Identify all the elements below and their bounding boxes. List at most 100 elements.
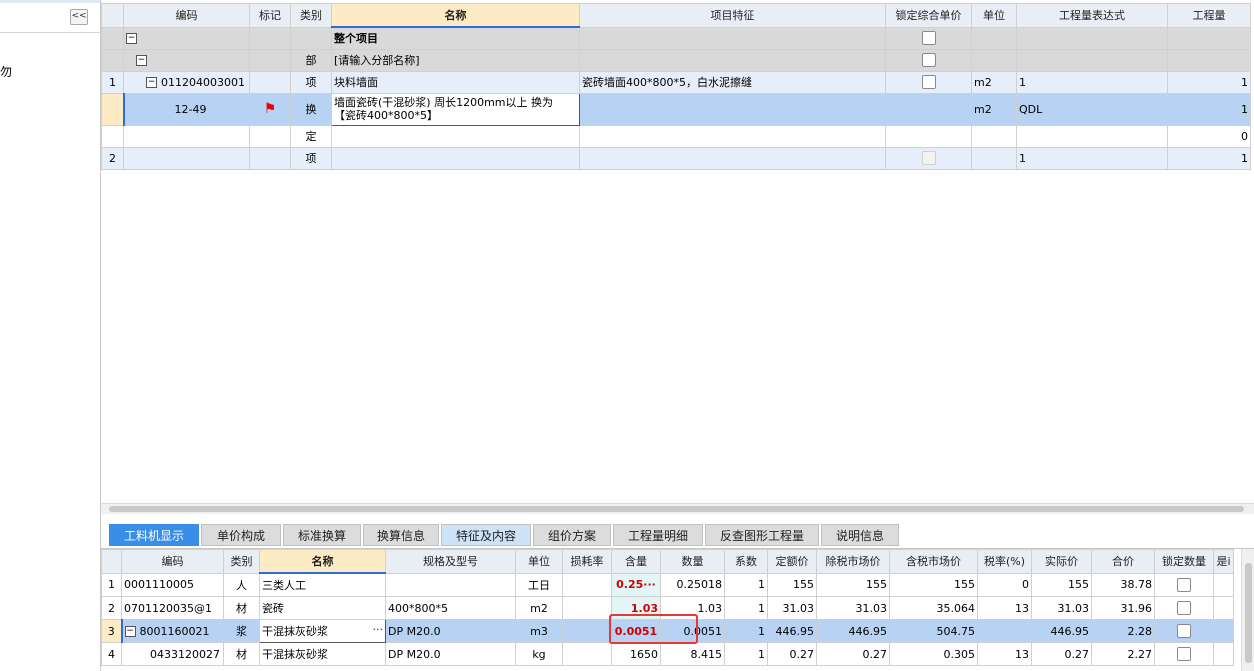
tax-rate-cell[interactable]: 13 xyxy=(977,642,1032,666)
qty-cell[interactable]: 0 xyxy=(1167,124,1251,148)
expr-cell[interactable] xyxy=(1016,124,1168,148)
code-cell[interactable]: 12-49 xyxy=(122,92,250,126)
lock-qty-cell[interactable] xyxy=(1154,596,1214,620)
spec-cell[interactable]: 400*800*5 xyxy=(385,596,516,620)
tab-pricing-plan[interactable]: 组价方案 xyxy=(533,524,611,546)
header-type[interactable]: 类别 xyxy=(290,3,332,28)
feature-cell[interactable] xyxy=(579,146,886,170)
type-cell[interactable]: 定 xyxy=(290,124,332,148)
type-cell[interactable]: 浆 xyxy=(223,619,260,643)
feature-cell[interactable] xyxy=(579,48,886,72)
header-ex-tax-market[interactable]: 除税市场价 xyxy=(816,549,890,574)
feature-cell[interactable] xyxy=(579,92,886,126)
type-cell[interactable]: 部 xyxy=(290,48,332,72)
name-cell[interactable]: 干混抹灰砂浆 xyxy=(259,642,386,666)
mark-cell[interactable] xyxy=(249,70,291,94)
lock-price-cell[interactable] xyxy=(885,146,972,170)
actual-price-cell[interactable]: 31.03 xyxy=(1031,596,1092,620)
header-code[interactable]: 编码 xyxy=(123,3,250,28)
code-cell[interactable]: − xyxy=(123,48,250,72)
lock-price-cell[interactable] xyxy=(885,48,972,72)
code-cell[interactable]: −011204003001 xyxy=(123,70,250,94)
more-cell[interactable] xyxy=(1213,596,1234,620)
table-row[interactable]: − 整个项目 xyxy=(101,26,1251,50)
header-lock-price[interactable]: 锁定综合单价 xyxy=(885,3,972,28)
header-expr[interactable]: 工程量表达式 xyxy=(1016,3,1168,28)
lock-price-cell[interactable] xyxy=(885,70,972,94)
content-cell[interactable]: 0.25··· xyxy=(611,572,661,597)
unit-cell[interactable]: kg xyxy=(515,642,563,666)
spec-cell[interactable] xyxy=(385,572,516,597)
actual-price-cell[interactable]: 155 xyxy=(1031,572,1092,597)
mark-cell[interactable] xyxy=(249,124,291,148)
header-unit[interactable]: 单位 xyxy=(971,3,1017,28)
type-cell[interactable]: 材 xyxy=(223,642,260,666)
header-total[interactable]: 合价 xyxy=(1091,549,1155,574)
collapse-sidebar-button[interactable]: << xyxy=(70,9,88,25)
mark-cell[interactable] xyxy=(249,146,291,170)
name-cell[interactable]: 块料墙面 xyxy=(331,70,580,94)
total-cell[interactable]: 2.28 xyxy=(1091,619,1155,643)
tab-description[interactable]: 说明信息 xyxy=(821,524,899,546)
lock-price-checkbox[interactable] xyxy=(921,75,936,89)
tax-rate-cell[interactable]: 0 xyxy=(977,572,1032,597)
header-loss[interactable]: 损耗率 xyxy=(562,549,612,574)
expr-cell[interactable] xyxy=(1016,26,1168,50)
type-cell[interactable]: 人 xyxy=(223,572,260,597)
expr-cell[interactable]: 1 xyxy=(1016,70,1168,94)
table-row[interactable]: 1 −011204003001 项 块料墙面 瓷砖墙面400*800*5，白水泥… xyxy=(101,70,1251,94)
lock-qty-cell[interactable] xyxy=(1154,642,1214,666)
coef-cell[interactable]: 1 xyxy=(724,619,768,643)
header-type[interactable]: 类别 xyxy=(223,549,260,574)
lock-qty-checkbox[interactable] xyxy=(1177,647,1191,661)
qty-cell[interactable] xyxy=(1167,48,1251,72)
expr-cell[interactable]: 1 xyxy=(1016,146,1168,170)
content-cell[interactable]: 1650 xyxy=(611,642,661,666)
loss-cell[interactable] xyxy=(562,572,612,597)
tab-unit-price[interactable]: 单价构成 xyxy=(201,524,281,546)
ex-tax-market-cell[interactable]: 31.03 xyxy=(816,596,890,620)
total-cell[interactable]: 38.78 xyxy=(1091,572,1155,597)
header-actual-price[interactable]: 实际价 xyxy=(1031,549,1092,574)
tab-features[interactable]: 特征及内容 xyxy=(441,524,531,546)
quota-price-cell[interactable]: 31.03 xyxy=(767,596,817,620)
tab-conversion-info[interactable]: 换算信息 xyxy=(363,524,439,546)
collapse-tree-icon[interactable]: − xyxy=(124,626,136,637)
collapse-tree-icon[interactable]: − xyxy=(126,33,137,44)
unit-cell[interactable] xyxy=(971,48,1017,72)
header-spec[interactable]: 规格及型号 xyxy=(385,549,516,574)
expr-cell[interactable] xyxy=(1016,48,1168,72)
quota-price-cell[interactable]: 0.27 xyxy=(767,642,817,666)
name-cell[interactable]: [请输入分部名称] xyxy=(331,48,580,72)
mark-cell[interactable] xyxy=(249,26,291,50)
quantity-cell[interactable]: 0.25018 xyxy=(660,572,725,597)
more-cell[interactable] xyxy=(1213,642,1234,666)
top-grid-horizontal-scrollbar[interactable] xyxy=(101,503,1254,514)
lock-qty-checkbox[interactable] xyxy=(1177,577,1191,592)
qty-cell[interactable] xyxy=(1167,26,1251,50)
quantity-cell[interactable]: 8.415 xyxy=(660,642,725,666)
table-row[interactable]: − 部 [请输入分部名称] xyxy=(101,48,1251,72)
in-tax-market-cell[interactable]: 155 xyxy=(889,572,978,597)
lock-qty-checkbox[interactable] xyxy=(1177,601,1191,615)
coef-cell[interactable]: 1 xyxy=(724,642,768,666)
lock-qty-cell[interactable] xyxy=(1154,619,1214,643)
tab-quantity-detail[interactable]: 工程量明细 xyxy=(613,524,703,546)
name-cell[interactable]: 三类人工 xyxy=(259,572,386,597)
header-quantity[interactable]: 数量 xyxy=(660,549,725,574)
code-cell[interactable]: 070112003​5@1 xyxy=(121,596,224,620)
loss-cell[interactable] xyxy=(562,619,612,643)
tab-standard-conversion[interactable]: 标准换算 xyxy=(283,524,361,546)
lock-price-checkbox[interactable] xyxy=(921,31,936,45)
header-mark[interactable]: 标记 xyxy=(249,3,291,28)
ex-tax-market-cell[interactable]: 0.27 xyxy=(816,642,890,666)
collapse-tree-icon[interactable]: − xyxy=(136,55,147,66)
type-cell[interactable] xyxy=(290,26,332,50)
header-content[interactable]: 含量 xyxy=(611,549,661,574)
lock-price-cell[interactable] xyxy=(885,92,972,126)
unit-cell[interactable]: 工日 xyxy=(515,572,563,597)
tax-rate-cell[interactable] xyxy=(977,619,1032,643)
quota-price-cell[interactable]: 446.95 xyxy=(767,619,817,643)
lock-price-cell[interactable] xyxy=(885,26,972,50)
spec-cell[interactable]: DP M20.0 xyxy=(385,619,516,643)
